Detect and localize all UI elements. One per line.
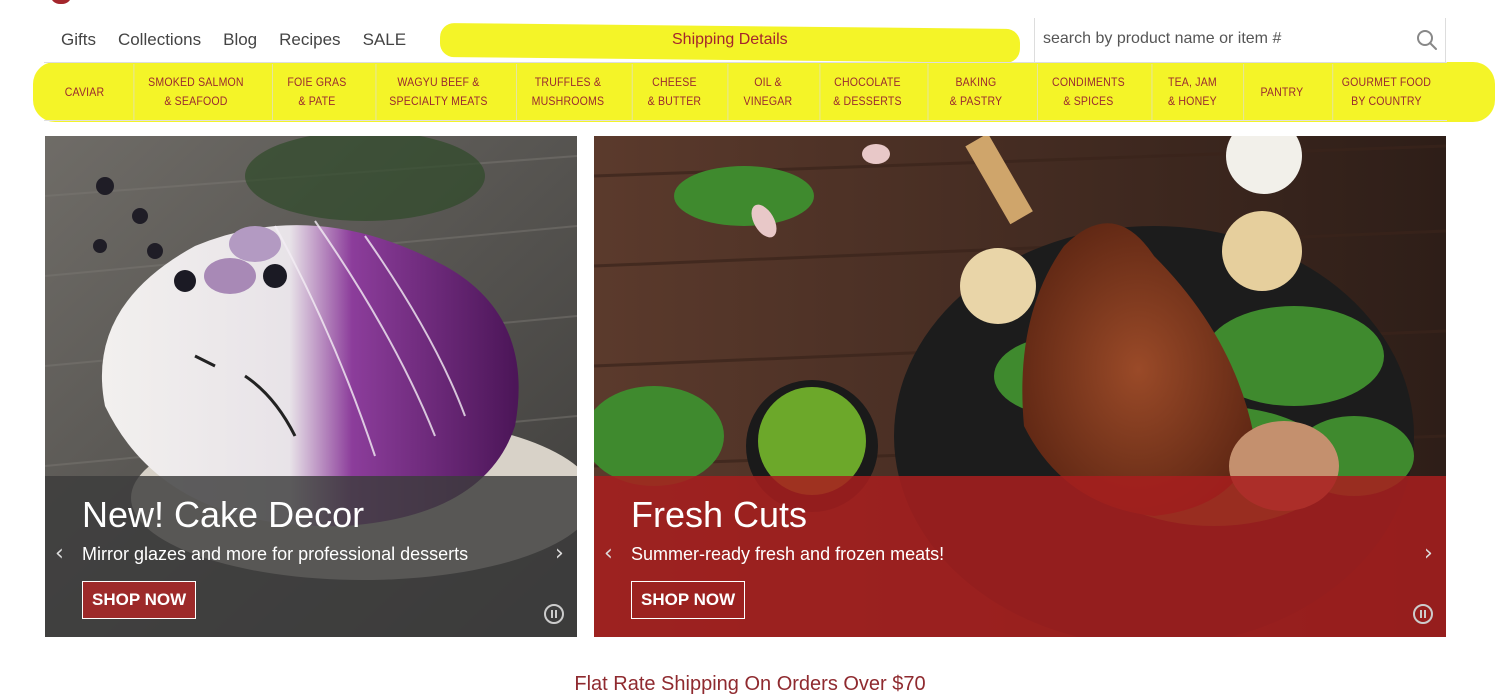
category-truffles[interactable]: TRUFFLES & MUSHROOMS [516, 64, 619, 120]
category-wagyu-beef[interactable]: WAGYU BEEF & SPECIALTY MEATS [375, 64, 501, 120]
category-baking[interactable]: BAKING & PASTRY [927, 64, 1024, 120]
shipping-details-link[interactable]: Shipping Details [672, 18, 788, 62]
category-caviar[interactable]: CAVIAR [49, 64, 120, 120]
category-oil-vinegar[interactable]: OIL & VINEGAR [727, 64, 807, 120]
banner-cake-decor[interactable]: New! Cake Decor Mirror glazes and more f… [45, 136, 577, 637]
nav-link-blog[interactable]: Blog [223, 30, 257, 50]
category-tea-jam[interactable]: TEA, JAM & HONEY [1151, 64, 1233, 120]
category-gourmet-by-country[interactable]: GOURMET FOOD BY COUNTRY [1332, 64, 1439, 120]
search-icon [1416, 30, 1437, 50]
category-cheese[interactable]: CHEESE & BUTTER [631, 64, 716, 120]
nav-link-gifts[interactable]: Gifts [61, 30, 96, 50]
category-chocolate[interactable]: CHOCOLATE & DESSERTS [819, 64, 914, 120]
shop-now-button[interactable]: SHOP NOW [631, 581, 746, 619]
banner-subtitle: Summer-ready fresh and frozen meats! [631, 544, 945, 564]
banner-title: New! Cake Decor [82, 494, 365, 535]
pause-icon[interactable] [544, 604, 564, 624]
category-bar: CAVIAR SMOKED SALMON & SEAFOOD FOIE GRAS… [44, 64, 1447, 121]
search-input[interactable] [1035, 18, 1403, 60]
prev-slide-icon[interactable]: ‹ [55, 541, 64, 566]
nav-link-recipes[interactable]: Recipes [279, 30, 340, 50]
banner-title: Fresh Cuts [631, 494, 808, 535]
banner-subtitle: Mirror glazes and more for professional … [82, 544, 469, 564]
shop-now-button[interactable]: SHOP NOW [82, 581, 197, 619]
next-slide-icon[interactable]: › [555, 541, 564, 566]
search-button[interactable] [1406, 18, 1447, 62]
banner-caption: Fresh Cuts Summer-ready fresh and frozen… [594, 476, 1446, 637]
logo-fragment[interactable] [50, 0, 72, 4]
banner-fresh-cuts[interactable]: Fresh Cuts Summer-ready fresh and frozen… [594, 136, 1446, 637]
category-pantry[interactable]: PANTRY [1243, 64, 1320, 120]
pause-icon[interactable] [1413, 604, 1433, 624]
prev-slide-icon[interactable]: ‹ [604, 541, 613, 566]
nav-link-sale[interactable]: SALE [363, 30, 406, 50]
banner-caption: New! Cake Decor Mirror glazes and more f… [45, 476, 577, 637]
category-condiments[interactable]: CONDIMENTS & SPICES [1036, 64, 1139, 120]
category-smoked-salmon[interactable]: SMOKED SALMON & SEAFOOD [133, 64, 257, 120]
next-slide-icon[interactable]: › [1424, 541, 1433, 566]
nav-link-collections[interactable]: Collections [118, 30, 201, 50]
search-box [1034, 18, 1446, 62]
top-nav-links: Gifts Collections Blog Recipes SALE [44, 18, 411, 62]
top-utility-row: Gifts Collections Blog Recipes SALE Ship… [44, 18, 1447, 63]
category-foie-gras[interactable]: FOIE GRAS & PATE [272, 64, 361, 120]
